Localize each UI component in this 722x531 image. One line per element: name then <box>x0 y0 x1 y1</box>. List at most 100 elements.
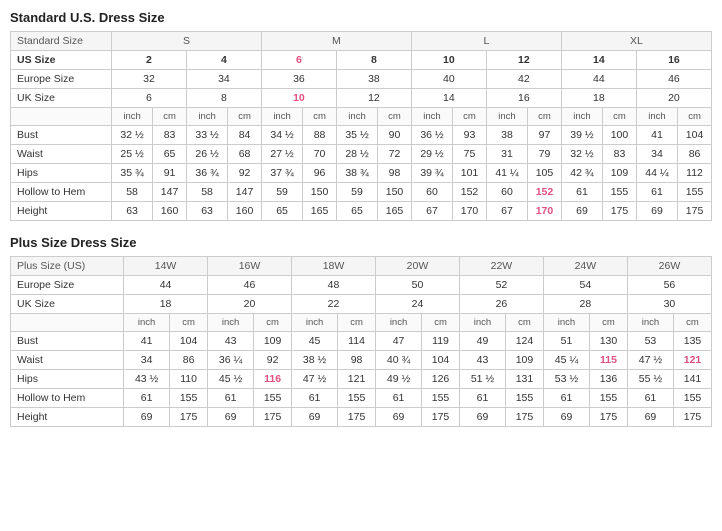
bust-83: 83 <box>153 126 187 145</box>
bust-row: Bust 32 ½83 33 ½84 34 ½88 35 ½90 36 ½93 … <box>11 126 712 145</box>
phol-155e: 155 <box>506 389 544 408</box>
us-6: 6 <box>261 51 336 70</box>
pht-69a: 69 <box>124 408 170 427</box>
hips-98: 98 <box>378 164 412 183</box>
plus-20w: 20W <box>375 257 459 276</box>
unit-inch-5: inch <box>411 108 452 126</box>
hollow-152a: 152 <box>453 183 487 202</box>
bust-97: 97 <box>528 126 562 145</box>
punit-inch-2: inch <box>208 314 254 332</box>
h-63a: 63 <box>111 202 152 221</box>
eu-44: 44 <box>561 70 636 89</box>
hollow-61a: 61 <box>561 183 602 202</box>
ph-136: 136 <box>590 370 628 389</box>
unit-cm-3: cm <box>303 108 337 126</box>
l-group: L <box>411 32 561 51</box>
pw-92: 92 <box>254 351 292 370</box>
plus-title: Plus Size Dress Size <box>10 235 712 250</box>
pb-51: 51 <box>543 332 589 351</box>
bust-41: 41 <box>636 126 677 145</box>
us-size-row: US Size 2 4 6 8 10 12 14 16 <box>11 51 712 70</box>
uk-10: 10 <box>261 89 336 108</box>
unit-row-standard: inch cm inch cm inch cm inch cm inch cm … <box>11 108 712 126</box>
hips-41q: 41 ¼ <box>486 164 527 183</box>
ph-43h: 43 ½ <box>124 370 170 389</box>
bust-93: 93 <box>453 126 487 145</box>
h-67b: 67 <box>486 202 527 221</box>
eu-36: 36 <box>261 70 336 89</box>
plus-hips-row: Hips 43 ½110 45 ½116 47 ½121 49 ½126 51 … <box>11 370 712 389</box>
s-group: S <box>111 32 261 51</box>
pb-124: 124 <box>506 332 544 351</box>
pht-69d: 69 <box>375 408 421 427</box>
phol-155c: 155 <box>338 389 376 408</box>
waist-75: 75 <box>453 145 487 164</box>
pb-45: 45 <box>292 332 338 351</box>
unit-inch-8: inch <box>636 108 677 126</box>
pw-36q: 36 ¼ <box>208 351 254 370</box>
plus-waist-label: Waist <box>11 351 124 370</box>
h-63b: 63 <box>186 202 227 221</box>
hollow-152b: 152 <box>528 183 562 202</box>
hips-label: Hips <box>11 164 112 183</box>
uk-6: 6 <box>111 89 186 108</box>
pw-121: 121 <box>674 351 712 370</box>
unit-cm-6: cm <box>528 108 562 126</box>
bust-36h: 36 ½ <box>411 126 452 145</box>
plus-header-row: Plus Size (US) 14W 16W 18W 20W 22W 24W 2… <box>11 257 712 276</box>
waist-68: 68 <box>228 145 262 164</box>
pht-69e: 69 <box>459 408 505 427</box>
punit-cm-7: cm <box>674 314 712 332</box>
unit-cm-4: cm <box>378 108 412 126</box>
punit-inch-1: inch <box>124 314 170 332</box>
ph-126: 126 <box>422 370 460 389</box>
plus-uk-row: UK Size 18 20 22 24 26 28 30 <box>11 295 712 314</box>
plus-24w: 24W <box>543 257 627 276</box>
plus-unit-row: inch cm inch cm inch cm inch cm inch cm … <box>11 314 712 332</box>
bust-label: Bust <box>11 126 112 145</box>
waist-26h: 26 ½ <box>186 145 227 164</box>
pw-109: 109 <box>506 351 544 370</box>
unit-cm-5: cm <box>453 108 487 126</box>
phol-61c: 61 <box>292 389 338 408</box>
pw-47h: 47 ½ <box>627 351 673 370</box>
hollow-59b: 59 <box>336 183 377 202</box>
ph-47h: 47 ½ <box>292 370 338 389</box>
waist-72: 72 <box>378 145 412 164</box>
phol-155f: 155 <box>590 389 628 408</box>
bust-33h: 33 ½ <box>186 126 227 145</box>
waist-29h: 29 ½ <box>411 145 452 164</box>
uk-8: 8 <box>186 89 261 108</box>
waist-27h: 27 ½ <box>261 145 302 164</box>
pht-175c: 175 <box>338 408 376 427</box>
pb-114: 114 <box>338 332 376 351</box>
plus-waist-row: Waist 3486 36 ¼92 38 ½98 40 ¾104 43109 4… <box>11 351 712 370</box>
puk-28: 28 <box>543 295 627 314</box>
ph-51h: 51 ½ <box>459 370 505 389</box>
plus-bust-label: Bust <box>11 332 124 351</box>
hips-96: 96 <box>303 164 337 183</box>
height-label: Height <box>11 202 112 221</box>
puk-30: 30 <box>627 295 711 314</box>
hollow-147b: 147 <box>228 183 262 202</box>
eu-40: 40 <box>411 70 486 89</box>
peu-50: 50 <box>375 276 459 295</box>
pb-49: 49 <box>459 332 505 351</box>
uk-12: 12 <box>336 89 411 108</box>
pw-45q: 45 ¼ <box>543 351 589 370</box>
punit-cm-1: cm <box>170 314 208 332</box>
europe-size-row: Europe Size 32 34 36 38 40 42 44 46 <box>11 70 712 89</box>
pb-135: 135 <box>674 332 712 351</box>
puk-24: 24 <box>375 295 459 314</box>
waist-label: Waist <box>11 145 112 164</box>
plus-eu-label: Europe Size <box>11 276 124 295</box>
unit-inch-4: inch <box>336 108 377 126</box>
standard-size-header-row: Standard Size S M L XL <box>11 32 712 51</box>
pb-109: 109 <box>254 332 292 351</box>
hips-109: 109 <box>603 164 637 183</box>
plus-hips-label: Hips <box>11 370 124 389</box>
h-69b: 69 <box>636 202 677 221</box>
waist-83: 83 <box>603 145 637 164</box>
bust-100: 100 <box>603 126 637 145</box>
hips-row: Hips 35 ¾91 36 ¾92 37 ¾96 38 ¾98 39 ¾101… <box>11 164 712 183</box>
